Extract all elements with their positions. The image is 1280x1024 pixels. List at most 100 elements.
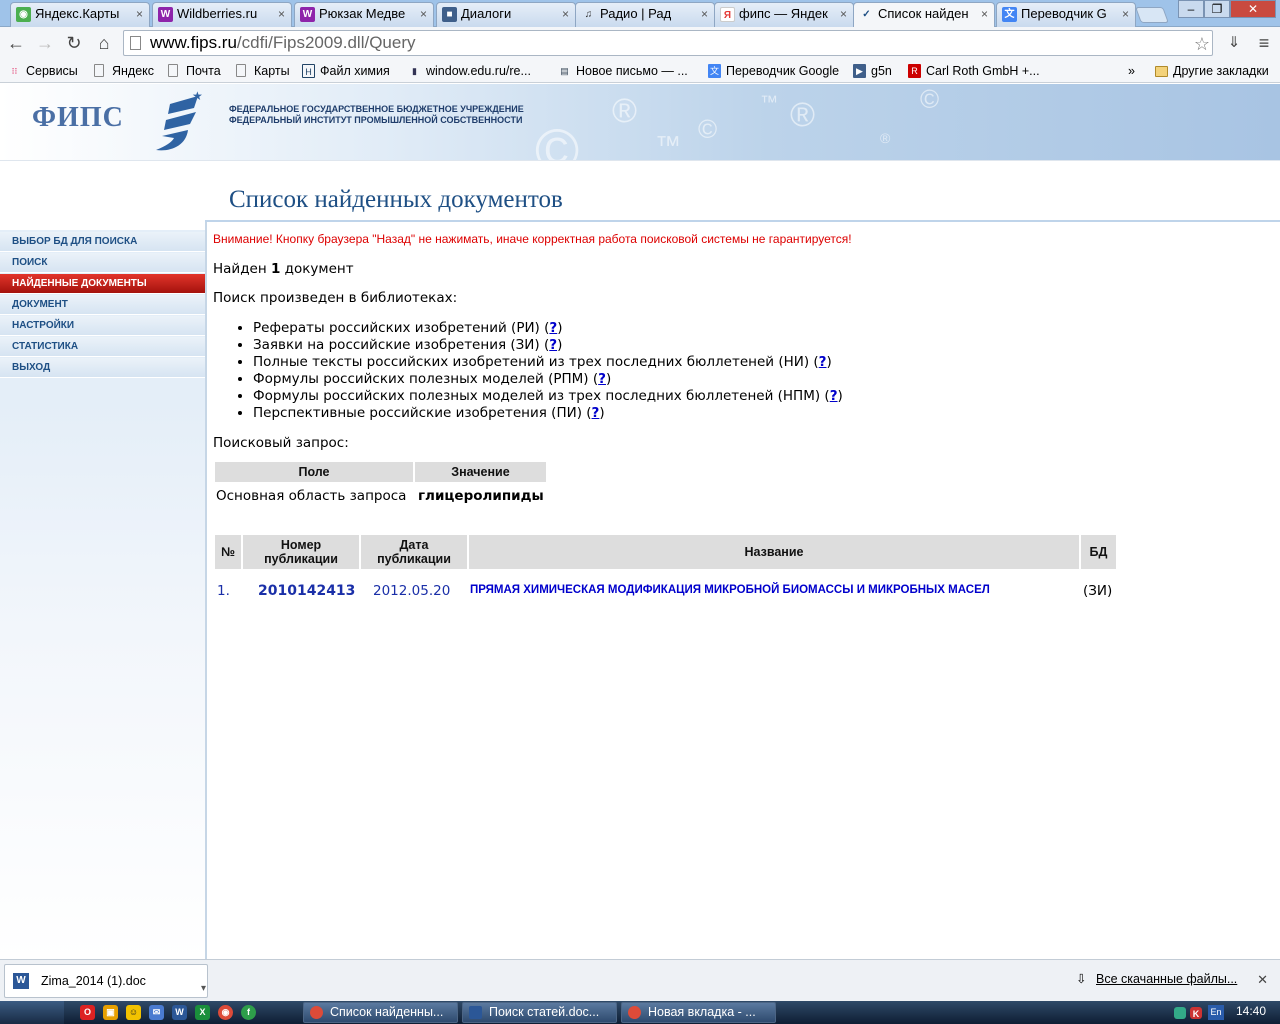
sidebar-item-exit[interactable]: ВЫХОД <box>0 358 205 378</box>
tab-yandex-search[interactable]: Я фипс — Яндек × <box>714 2 854 27</box>
back-button[interactable]: ← <box>4 31 28 55</box>
system-clock[interactable]: 14:40 <box>1236 1004 1266 1018</box>
tab-yandex-maps[interactable]: ◉ Яндекс.Карты × <box>10 2 150 27</box>
fips-logo-emblem-icon[interactable]: ★ <box>152 90 204 154</box>
address-bar[interactable]: www.fips.ru/cdfi/Fips2009.dll/Query ☆ <box>123 30 1213 56</box>
new-tab-button[interactable] <box>1135 7 1169 23</box>
tab-fips-results[interactable]: ✓ Список найден × <box>853 2 995 28</box>
sidebar-item-found-documents[interactable]: НАЙДЕННЫЕ ДОКУМЕНТЫ <box>0 274 205 294</box>
close-icon[interactable]: × <box>1122 3 1129 25</box>
bookmarks-bar: ⁝⁝ Сервисы Яндекс Почта Карты H Файл химия… <box>0 59 1280 83</box>
word-icon[interactable]: W <box>172 1005 187 1020</box>
bookmark-g5n[interactable]: ▶ g5n <box>853 63 892 79</box>
fips-logo-text[interactable]: ФИПС <box>32 102 124 134</box>
apps-grid-icon: ⁝⁝ <box>11 66 18 76</box>
taskbar-window-label: Список найденны... <box>330 1005 444 1019</box>
bookmark-new-mail[interactable]: ▤ Новое письмо — ... <box>558 63 688 79</box>
trademark-watermark-icon: ™ <box>760 92 778 112</box>
sidebar-item-statistics[interactable]: СТАТИСТИКА <box>0 337 205 357</box>
library-help-link[interactable]: ? <box>592 405 600 421</box>
outlook-icon[interactable]: ✉ <box>149 1005 164 1020</box>
result-pubnum-link[interactable]: 2010142413 <box>258 583 355 599</box>
taskbar-window-new-tab[interactable]: Новая вкладка - ... <box>621 1002 776 1023</box>
library-name: Полные тексты российских изобретений из … <box>253 354 810 370</box>
close-icon[interactable]: ✕ <box>1257 972 1268 988</box>
tab-wildberries[interactable]: W Wildberries.ru × <box>152 2 292 27</box>
close-icon[interactable]: × <box>278 3 285 25</box>
other-bookmarks-folder[interactable]: Другие закладки <box>1155 63 1269 79</box>
sidebar-item-db-select[interactable]: ВЫБОР БД ДЛЯ ПОИСКА <box>0 232 205 252</box>
messenger-icon[interactable]: ☺ <box>126 1005 141 1020</box>
close-icon[interactable]: × <box>981 3 988 25</box>
bookmark-label: window.edu.ru/re... <box>426 64 531 78</box>
menu-icon[interactable]: ≡ <box>1252 31 1276 55</box>
antivirus-icon[interactable]: K <box>1190 1007 1202 1019</box>
bookmark-google-translate[interactable]: 文 Переводчик Google <box>708 63 839 79</box>
bookmark-star-icon[interactable]: ☆ <box>1194 32 1210 56</box>
music-note-icon: ♫ <box>584 9 593 20</box>
page-icon <box>94 64 104 77</box>
library-help-link[interactable]: ? <box>819 354 827 370</box>
library-help-link[interactable]: ? <box>830 388 838 404</box>
col-label: публикации <box>264 552 338 566</box>
chrome-icon[interactable]: ◉ <box>218 1005 233 1020</box>
other-bookmarks-label: Другие закладки <box>1173 64 1269 78</box>
app-icon[interactable]: f <box>241 1005 256 1020</box>
bookmark-maps[interactable]: Карты <box>236 63 290 79</box>
forward-button[interactable]: → <box>33 31 57 55</box>
library-help-link[interactable]: ? <box>549 337 557 353</box>
network-icon[interactable] <box>1174 1007 1186 1019</box>
taskbar-window-fips[interactable]: Список найденны... <box>303 1002 458 1023</box>
tab-label: Радио | Рад <box>600 6 672 21</box>
taskbar-window-word[interactable]: Поиск статей.doc... <box>462 1002 617 1023</box>
library-help-link[interactable]: ? <box>549 320 557 336</box>
bookmarks-overflow-button[interactable]: » <box>1110 63 1135 79</box>
sidebar-item-document[interactable]: ДОКУМЕНТ <box>0 295 205 315</box>
library-name: Формулы российских полезных моделей из т… <box>253 388 821 404</box>
library-name: Заявки на российские изобретения (ЗИ) <box>253 337 540 353</box>
bookmark-window-edu[interactable]: ▮ window.edu.ru/re... <box>408 63 531 79</box>
sidebar-item-search[interactable]: ПОИСК <box>0 253 205 273</box>
language-indicator[interactable]: En <box>1208 1005 1224 1020</box>
content-left-border <box>205 222 207 960</box>
bookmark-label: Файл химия <box>320 64 390 78</box>
close-icon[interactable]: × <box>136 3 143 25</box>
play-icon: ▶ <box>853 64 866 78</box>
close-icon[interactable]: × <box>420 3 427 25</box>
maximize-window-button[interactable]: ❐ <box>1204 0 1230 18</box>
bookmark-label: Сервисы <box>26 64 78 78</box>
download-item[interactable]: W Zima_2014 (1).doc ▾ <box>4 964 208 998</box>
close-icon[interactable]: × <box>701 3 708 25</box>
minimize-window-button[interactable]: – <box>1178 0 1204 18</box>
download-arrow-icon[interactable]: ⇓ <box>1222 31 1246 55</box>
result-title-link[interactable]: ПРЯМАЯ ХИМИЧЕСКАЯ МОДИФИКАЦИЯ МИКРОБНОЙ … <box>470 584 990 596</box>
show-all-downloads-link[interactable]: ⇩ Все скачанные файлы... <box>1076 972 1237 986</box>
library-help-link[interactable]: ? <box>598 371 606 387</box>
tab-backpack[interactable]: W Рюкзак Медве × <box>294 2 434 27</box>
home-icon[interactable]: ⌂ <box>92 31 116 55</box>
copyright-watermark-icon: © <box>698 114 718 144</box>
sidebar-item-settings[interactable]: НАСТРОЙКИ <box>0 316 205 336</box>
chrome-icon <box>628 1006 641 1019</box>
tab-dialogs[interactable]: ■ Диалоги × <box>436 2 576 27</box>
bookmark-services[interactable]: ⁝⁝ Сервисы <box>8 63 78 79</box>
close-window-button[interactable]: ✕ <box>1230 0 1276 18</box>
file-manager-icon[interactable]: ▣ <box>103 1005 118 1020</box>
bookmark-mail[interactable]: Почта <box>168 63 221 79</box>
tab-radio[interactable]: ♫ Радио | Рад × <box>575 2 715 27</box>
mail-icon: ▤ <box>560 66 569 76</box>
close-icon[interactable]: × <box>562 3 569 25</box>
bookmark-yandex[interactable]: Яндекс <box>94 63 154 79</box>
taskbar-window-label: Поиск статей.doc... <box>489 1005 600 1019</box>
carl-roth-icon: R <box>908 64 921 78</box>
bookmark-label: Почта <box>186 64 221 78</box>
start-button[interactable] <box>0 1001 64 1024</box>
opera-icon[interactable]: O <box>80 1005 95 1020</box>
bookmark-chem-file[interactable]: H Файл химия <box>302 63 390 79</box>
bookmark-carl-roth[interactable]: R Carl Roth GmbH +... <box>908 63 1040 79</box>
excel-icon[interactable]: X <box>195 1005 210 1020</box>
reload-button[interactable]: ↻ <box>62 31 86 55</box>
tab-google-translate[interactable]: 文 Переводчик G × <box>996 2 1136 27</box>
downloads-shelf: W Zima_2014 (1).doc ▾ ⇩ Все скачанные фай… <box>0 959 1280 1001</box>
close-icon[interactable]: × <box>840 3 847 25</box>
